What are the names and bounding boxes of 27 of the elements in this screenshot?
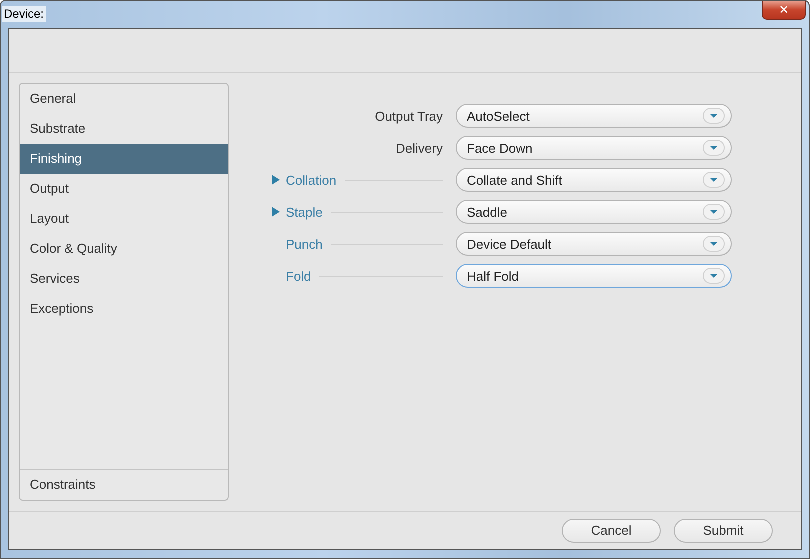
window-title: Device: — [2, 6, 46, 22]
section-label: Fold — [286, 268, 312, 284]
sidebar-item[interactable]: Substrate — [20, 114, 228, 144]
sidebar-item[interactable]: Color & Quality — [20, 234, 228, 264]
expander-icon[interactable] — [272, 206, 280, 216]
cancel-button[interactable]: Cancel — [562, 518, 661, 542]
sidebar-item[interactable]: General — [20, 84, 228, 114]
field-label: Output Tray — [375, 108, 443, 124]
sidebar-item[interactable]: Constraints — [20, 469, 228, 500]
section-label: Collation — [286, 172, 337, 188]
dropdown[interactable]: Saddle — [456, 200, 732, 224]
section-label: Punch — [286, 236, 323, 252]
sidebar-item[interactable]: Output — [20, 174, 228, 204]
dropdown[interactable]: Device Default — [456, 232, 732, 256]
submit-button[interactable]: Submit — [674, 518, 773, 542]
dropdown[interactable]: Half Fold — [456, 264, 732, 288]
sidebar-item[interactable]: Finishing — [20, 144, 228, 174]
expander-icon[interactable] — [272, 174, 280, 184]
dropdown[interactable]: AutoSelect — [456, 104, 732, 128]
dropdown[interactable]: Collate and Shift — [456, 168, 732, 192]
sidebar-item[interactable]: Layout — [20, 204, 228, 234]
close-button[interactable]: ✕ — [762, 1, 806, 20]
sidebar-item[interactable]: Exceptions — [20, 294, 228, 324]
section-label: Staple — [286, 204, 323, 220]
dropdown[interactable]: Face Down — [456, 136, 732, 160]
sidebar-item[interactable]: Services — [20, 264, 228, 294]
field-label: Delivery — [396, 140, 443, 156]
